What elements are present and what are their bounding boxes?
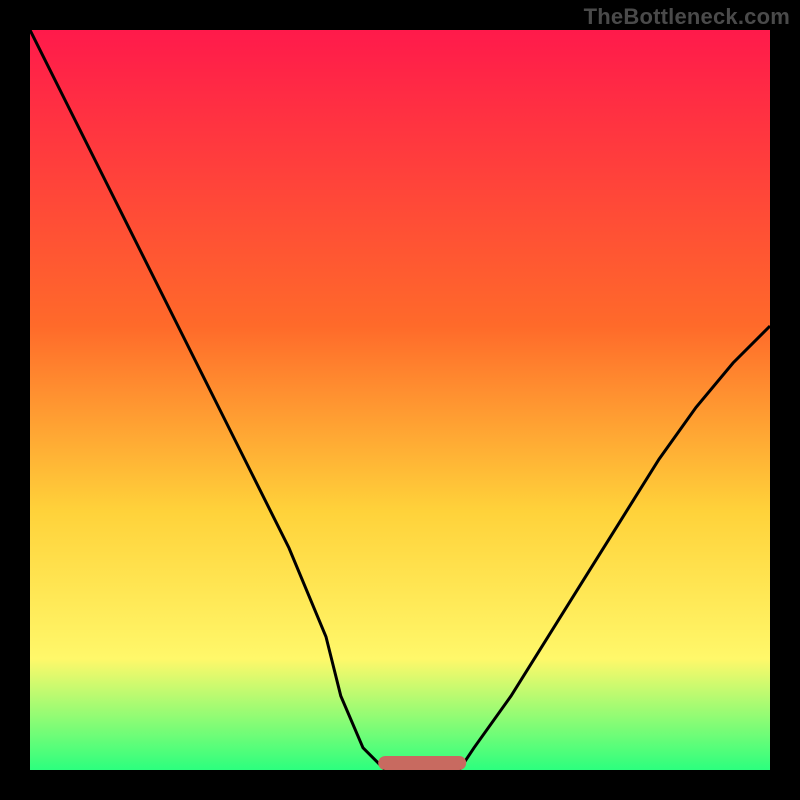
watermark-text: TheBottleneck.com — [584, 4, 790, 30]
plot-area — [30, 30, 770, 770]
bottleneck-chart — [30, 30, 770, 770]
chart-frame: TheBottleneck.com — [0, 0, 800, 800]
gradient-background — [30, 30, 770, 770]
